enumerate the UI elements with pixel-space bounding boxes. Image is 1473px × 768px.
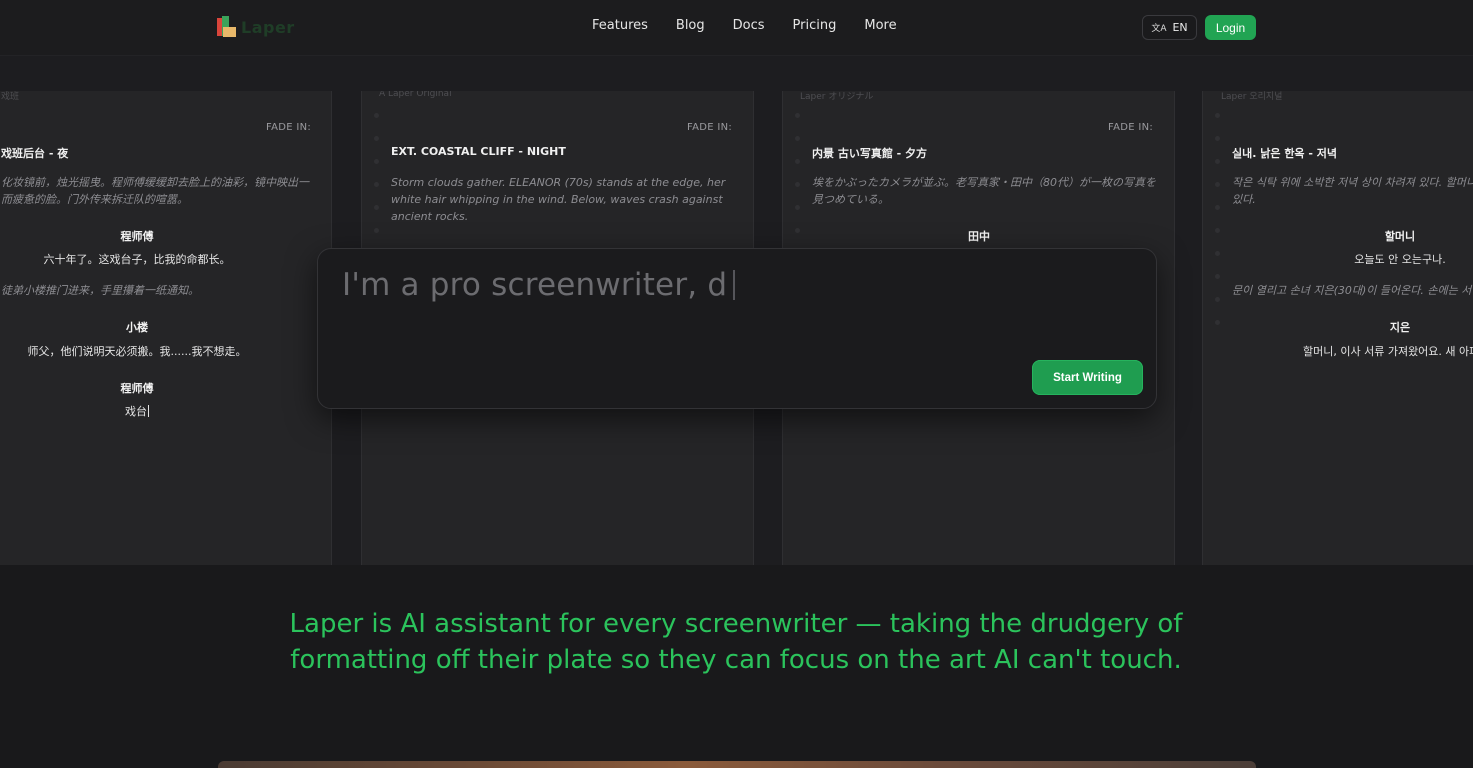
language-label: EN [1172, 21, 1188, 34]
card-margin-dots [1215, 113, 1221, 343]
card-margin-dots [374, 113, 380, 251]
logo-text: Laper [241, 17, 295, 37]
script-card-korean: Laper 오리지널 실내. 낡은 한옥 - 저녁 작은 식탁 위에 소박한 저… [1202, 91, 1473, 565]
fade-in-label: FADE IN: [687, 122, 733, 133]
scene-heading: 内景 古い写真館 - 夕方 [812, 147, 928, 160]
character-name: 할머니 [1384, 230, 1416, 243]
login-button[interactable]: Login [1205, 15, 1256, 40]
prompt-box[interactable]: I'm a pro screenwriter, d Start Writing [317, 248, 1157, 409]
card-margin-dots [795, 113, 801, 251]
dialogue-line: 오늘도 안 오는구나. [1354, 253, 1446, 266]
prompt-input[interactable]: I'm a pro screenwriter, d [342, 267, 736, 303]
character-name: 程师傅 [120, 382, 154, 395]
dialogue-line: 六十年了。这戏台子，比我的命都长。 [43, 253, 231, 266]
action-line: 化妆镜前，烛光摇曳。程师傅缓缓卸去脸上的油彩，镜中映出一 而疲惫的脸。门外传来拆… [1, 176, 309, 206]
fade-in-label: FADE IN: [266, 122, 312, 133]
character-name: 田中 [968, 230, 990, 243]
dialogue-line: 师父，他们说明天必须搬。我......我不想走。 [27, 345, 247, 358]
language-button[interactable]: 文A EN [1142, 15, 1197, 40]
dialogue-line: 할머니, 이사 서류 가져왔어요. 새 아파 [1303, 345, 1473, 358]
translate-icon: 文A [1151, 24, 1167, 34]
card-tag: Laper オリジナル [800, 92, 874, 102]
character-name: 小楼 [126, 321, 148, 334]
text-caret [733, 270, 736, 300]
nav-item-pricing[interactable]: Pricing [793, 18, 837, 33]
logo[interactable]: Laper [217, 16, 295, 38]
character-name: 程师傅 [120, 230, 154, 243]
logo-mark-icon [217, 16, 237, 38]
action-line: Storm clouds gather. ELEANOR (70s) stand… [391, 176, 726, 223]
card-tag: Laper 오리지널 [1221, 92, 1283, 102]
action-line: 문이 열리고 손녀 지은(30대)이 들어온다. 손에는 서 [1232, 284, 1472, 297]
start-writing-button[interactable]: Start Writing [1032, 360, 1143, 395]
action-line: 埃をかぶったカメラが並ぶ。老写真家・田中（80代）が一枚の写真を 見つめている。 [812, 176, 1156, 206]
script-card-chinese: 戏班 FADE IN: 戏班后台 - 夜 化妆镜前，烛光摇曳。程师傅缓缓卸去脸上… [0, 91, 332, 565]
nav-item-docs[interactable]: Docs [733, 18, 765, 33]
main-nav: Features Blog Docs Pricing More [592, 18, 897, 33]
nav-item-blog[interactable]: Blog [676, 18, 705, 33]
scene-heading: EXT. COASTAL CLIFF - NIGHT [391, 145, 566, 158]
character-name: 지은 [1389, 321, 1411, 334]
card-tag: A Laper Original [379, 91, 452, 99]
fade-in-label: FADE IN: [1108, 122, 1154, 133]
card-tag: 戏班 [1, 92, 20, 102]
scene-heading: 실내. 낡은 한옥 - 저녁 [1232, 147, 1338, 160]
top-nav-bar: Laper Features Blog Docs Pricing More 文A… [0, 0, 1473, 56]
hero-image-preview [218, 761, 1256, 768]
scene-heading: 戏班后台 - 夜 [1, 147, 69, 160]
nav-item-features[interactable]: Features [592, 18, 648, 33]
nav-item-more[interactable]: More [864, 18, 896, 33]
action-line: 徒弟小楼推门进来，手里攥着一纸通知。 [1, 284, 199, 297]
dialogue-line: 戏台 [125, 405, 149, 418]
tagline: Laper is AI assistant for every screenwr… [289, 609, 1183, 675]
action-line: 작은 식탁 위에 소박한 저녁 상이 차려져 있다. 할머니 있다. [1232, 176, 1473, 206]
